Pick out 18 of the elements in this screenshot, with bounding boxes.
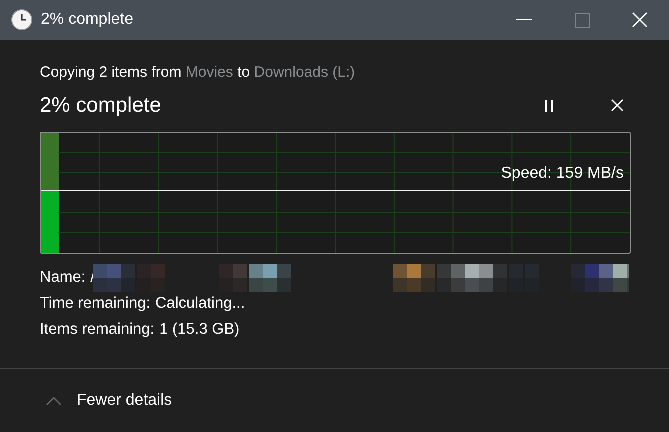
progress-status: 2% complete xyxy=(40,92,162,119)
speed-label: Speed: 159 MB/s xyxy=(501,164,624,184)
detail-label: Time remaining: xyxy=(40,294,151,314)
detail-label: Name: xyxy=(40,268,86,288)
detail-value: Calculating... xyxy=(156,294,246,314)
cancel-icon xyxy=(610,99,624,112)
window-title: 2% complete xyxy=(41,10,134,30)
clock-icon xyxy=(11,9,33,31)
copy-description: Copying 2 items from Movies to Downloads (L:) xyxy=(40,63,356,83)
close-icon xyxy=(632,12,648,28)
detail-label: Items remaining: xyxy=(40,320,155,340)
fewer-details-toggle[interactable]: Fewer details xyxy=(46,388,172,412)
detail-value: 1 (15.3 GB) xyxy=(160,320,240,340)
cancel-button[interactable] xyxy=(609,98,625,114)
minimize-icon xyxy=(516,19,532,21)
pause-icon xyxy=(544,100,554,112)
chevron-icon xyxy=(46,396,62,406)
maximize-icon xyxy=(574,12,590,28)
